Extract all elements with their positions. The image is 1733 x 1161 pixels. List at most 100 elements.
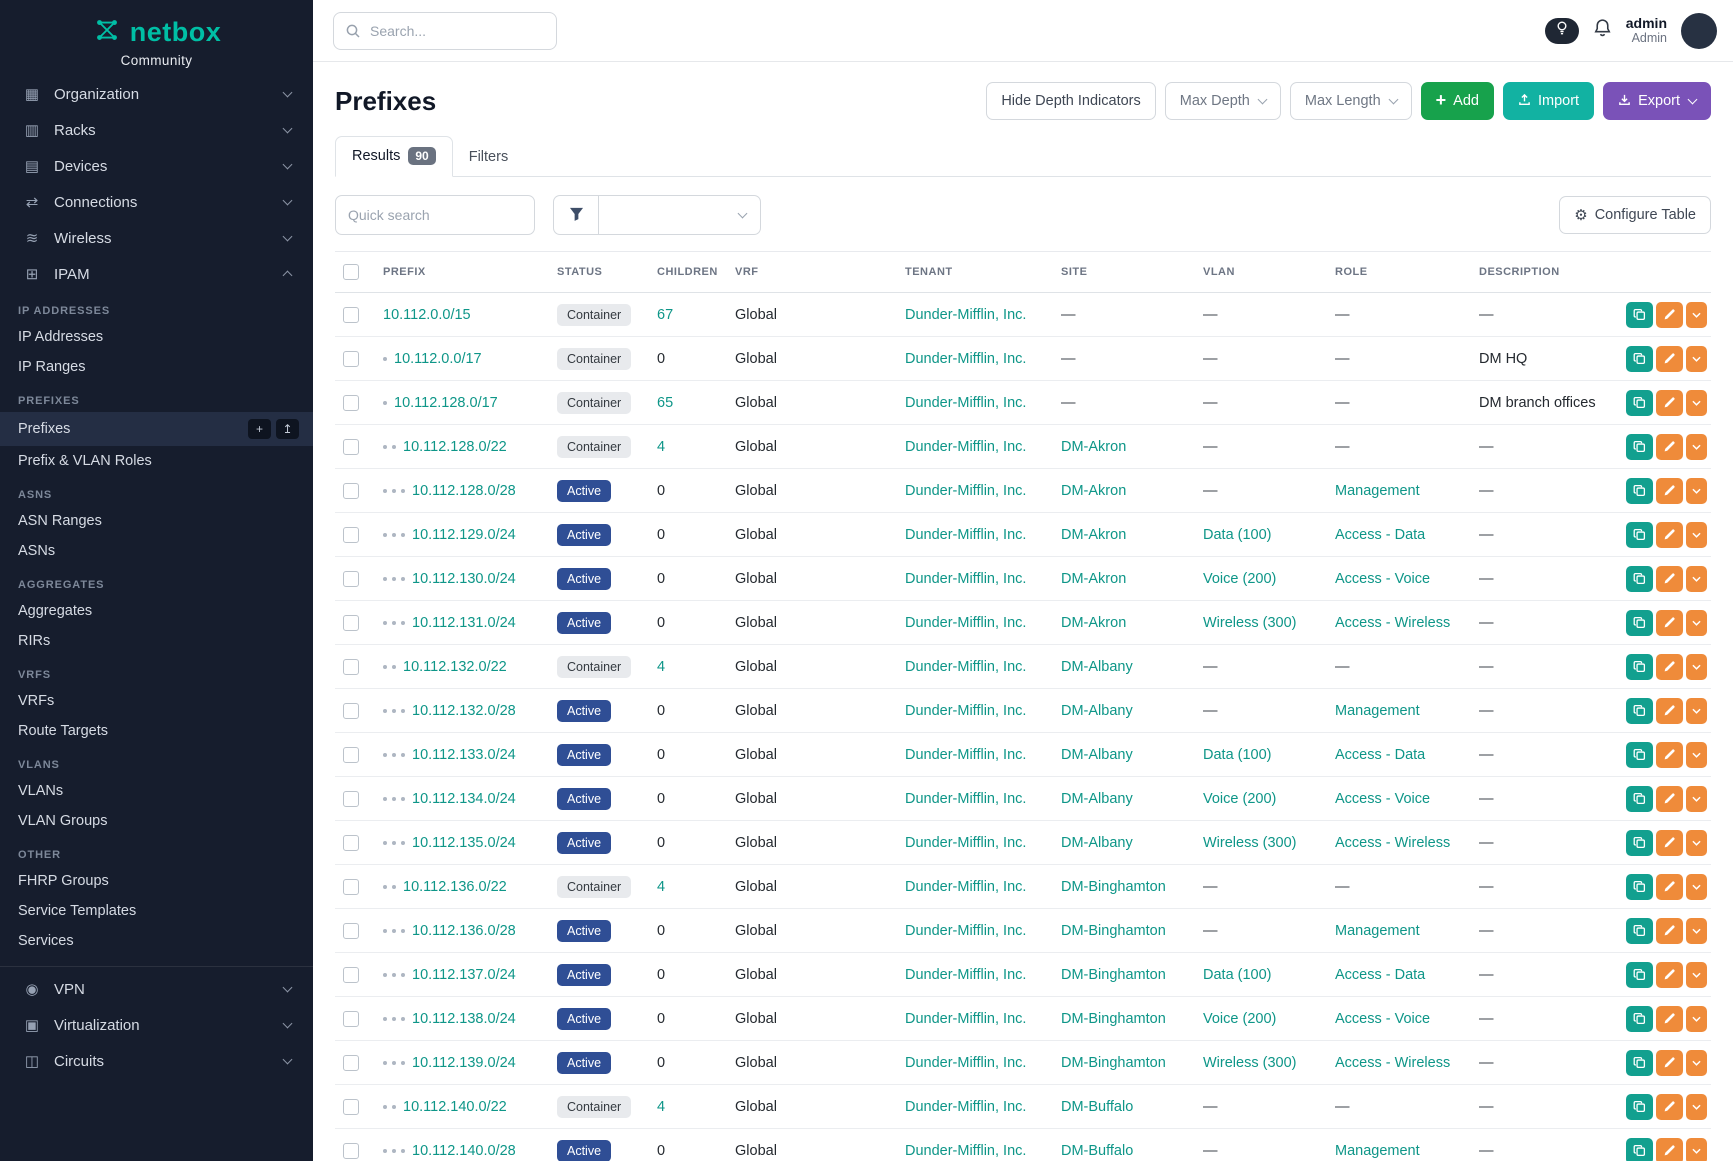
site-link[interactable]: DM-Buffalo — [1061, 1143, 1133, 1159]
row-checkbox[interactable] — [343, 879, 359, 895]
row-checkbox[interactable] — [343, 1099, 359, 1115]
row-checkbox[interactable] — [343, 1011, 359, 1027]
edit-button[interactable] — [1656, 698, 1683, 724]
site-link[interactable]: DM-Binghamton — [1061, 879, 1166, 895]
row-checkbox[interactable] — [343, 1055, 359, 1071]
role-link[interactable]: Access - Voice — [1335, 571, 1430, 587]
edit-dropdown-button[interactable] — [1686, 1094, 1707, 1120]
edit-dropdown-button[interactable] — [1686, 1138, 1707, 1161]
tab-filters[interactable]: Filters — [453, 139, 524, 176]
column-header-vlan[interactable]: VLAN — [1195, 252, 1327, 293]
edit-dropdown-button[interactable] — [1686, 302, 1707, 328]
prefix-link[interactable]: 10.112.0.0/15 — [383, 307, 471, 323]
tenant-link[interactable]: Dunder-Mifflin, Inc. — [905, 1099, 1026, 1115]
prefix-link[interactable]: 10.112.134.0/24 — [412, 791, 516, 807]
prefix-link[interactable]: 10.112.135.0/24 — [412, 835, 516, 851]
copy-button[interactable] — [1626, 1138, 1653, 1161]
row-checkbox[interactable] — [343, 615, 359, 631]
role-link[interactable]: Management — [1335, 1143, 1420, 1159]
site-link[interactable]: DM-Albany — [1061, 659, 1133, 675]
copy-button[interactable] — [1626, 698, 1653, 724]
role-link[interactable]: Access - Voice — [1335, 1011, 1430, 1027]
edit-button[interactable] — [1656, 434, 1683, 460]
row-checkbox[interactable] — [343, 835, 359, 851]
site-link[interactable]: DM-Akron — [1061, 615, 1126, 631]
sidebar-item-route-targets[interactable]: Route Targets — [0, 716, 313, 746]
prefix-link[interactable]: 10.112.138.0/24 — [412, 1011, 516, 1027]
global-search-input[interactable] — [333, 12, 557, 50]
edit-dropdown-button[interactable] — [1686, 874, 1707, 900]
children-link[interactable]: 4 — [657, 879, 665, 895]
copy-button[interactable] — [1626, 962, 1653, 988]
edit-dropdown-button[interactable] — [1686, 390, 1707, 416]
notifications-button[interactable] — [1593, 18, 1612, 43]
site-link[interactable]: DM-Akron — [1061, 527, 1126, 543]
filter-button[interactable] — [553, 195, 599, 235]
sidebar-item-services[interactable]: Services — [0, 926, 313, 956]
sidebar-item-racks[interactable]: ▥Racks — [0, 112, 313, 148]
sidebar-item-devices[interactable]: ▤Devices — [0, 148, 313, 184]
edit-dropdown-button[interactable] — [1686, 566, 1707, 592]
hide-depth-indicators-button[interactable]: Hide Depth Indicators — [986, 82, 1155, 120]
children-link[interactable]: 4 — [657, 1099, 665, 1115]
filter-select[interactable] — [599, 195, 761, 235]
import-quick-button[interactable]: ↥ — [276, 419, 299, 439]
row-checkbox[interactable] — [343, 1143, 359, 1159]
copy-button[interactable] — [1626, 522, 1653, 548]
max-length-dropdown[interactable]: Max Length — [1290, 82, 1412, 120]
edit-dropdown-button[interactable] — [1686, 830, 1707, 856]
tenant-link[interactable]: Dunder-Mifflin, Inc. — [905, 527, 1026, 543]
edit-dropdown-button[interactable] — [1686, 346, 1707, 372]
user-menu[interactable]: admin Admin — [1626, 15, 1667, 45]
edit-button[interactable] — [1656, 610, 1683, 636]
tenant-link[interactable]: Dunder-Mifflin, Inc. — [905, 703, 1026, 719]
copy-button[interactable] — [1626, 918, 1653, 944]
role-link[interactable]: Access - Data — [1335, 527, 1425, 543]
edit-button[interactable] — [1656, 654, 1683, 680]
configure-table-button[interactable]: ⚙ Configure Table — [1559, 196, 1711, 234]
sidebar-item-prefix-vlan-roles[interactable]: Prefix & VLAN Roles — [0, 446, 313, 476]
sidebar-item-ipam[interactable]: ⊞IPAM — [0, 256, 313, 292]
tenant-link[interactable]: Dunder-Mifflin, Inc. — [905, 395, 1026, 411]
site-link[interactable]: DM-Binghamton — [1061, 1055, 1166, 1071]
copy-button[interactable] — [1626, 478, 1653, 504]
tenant-link[interactable]: Dunder-Mifflin, Inc. — [905, 1011, 1026, 1027]
prefix-link[interactable]: 10.112.136.0/28 — [412, 923, 516, 939]
column-header-children[interactable]: CHILDREN — [649, 252, 727, 293]
sidebar-item-prefixes[interactable]: Prefixes+↥ — [0, 412, 313, 446]
site-link[interactable]: DM-Binghamton — [1061, 923, 1166, 939]
prefix-link[interactable]: 10.112.137.0/24 — [412, 967, 516, 983]
site-link[interactable]: DM-Binghamton — [1061, 967, 1166, 983]
role-link[interactable]: Management — [1335, 703, 1420, 719]
edit-dropdown-button[interactable] — [1686, 610, 1707, 636]
vlan-link[interactable]: Data (100) — [1203, 747, 1272, 763]
copy-button[interactable] — [1626, 654, 1653, 680]
edit-button[interactable] — [1656, 962, 1683, 988]
tenant-link[interactable]: Dunder-Mifflin, Inc. — [905, 483, 1026, 499]
tenant-link[interactable]: Dunder-Mifflin, Inc. — [905, 967, 1026, 983]
sidebar-item-organization[interactable]: ▦Organization — [0, 76, 313, 112]
prefix-link[interactable]: 10.112.128.0/17 — [394, 395, 498, 411]
role-link[interactable]: Management — [1335, 923, 1420, 939]
role-link[interactable]: Access - Voice — [1335, 791, 1430, 807]
copy-button[interactable] — [1626, 610, 1653, 636]
sidebar-item-ip-addresses[interactable]: IP Addresses — [0, 322, 313, 352]
prefix-link[interactable]: 10.112.128.0/22 — [403, 439, 507, 455]
tab-results[interactable]: Results 90 — [335, 136, 453, 177]
site-link[interactable]: DM-Albany — [1061, 747, 1133, 763]
site-link[interactable]: DM-Albany — [1061, 835, 1133, 851]
vlan-link[interactable]: Voice (200) — [1203, 791, 1276, 807]
import-button[interactable]: Import — [1503, 82, 1594, 120]
sidebar-item-fhrp-groups[interactable]: FHRP Groups — [0, 866, 313, 896]
copy-button[interactable] — [1626, 302, 1653, 328]
role-link[interactable]: Access - Data — [1335, 967, 1425, 983]
sidebar-item-ip-ranges[interactable]: IP Ranges — [0, 352, 313, 382]
edit-dropdown-button[interactable] — [1686, 1050, 1707, 1076]
copy-button[interactable] — [1626, 1050, 1653, 1076]
sidebar-item-asns[interactable]: ASNs — [0, 536, 313, 566]
column-header-role[interactable]: ROLE — [1327, 252, 1471, 293]
row-checkbox[interactable] — [343, 703, 359, 719]
column-header-prefix[interactable]: PREFIX — [375, 252, 549, 293]
sidebar-item-virtualization[interactable]: ▣Virtualization — [0, 1007, 313, 1043]
children-link[interactable]: 4 — [657, 439, 665, 455]
